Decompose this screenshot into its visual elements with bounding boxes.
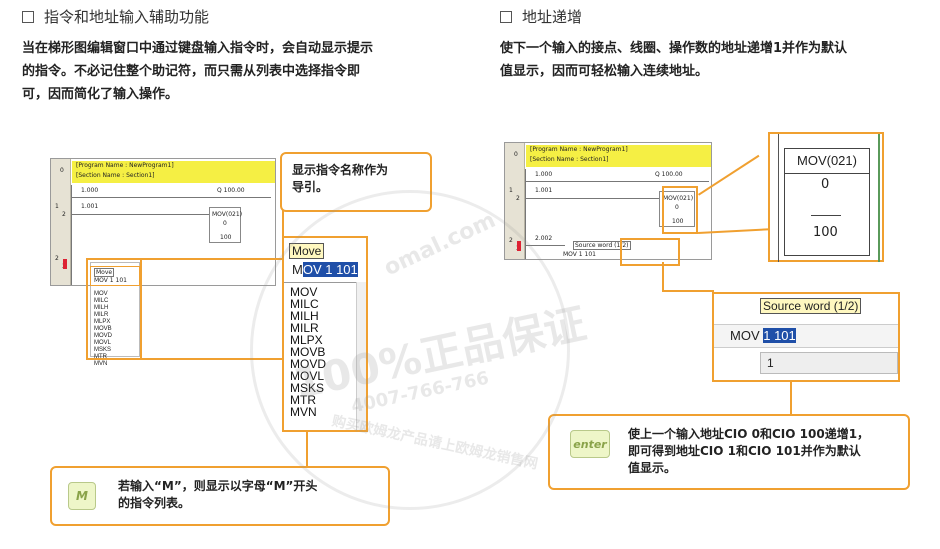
rung-number: 1 xyxy=(509,187,513,194)
right-heading: 地址递增 xyxy=(500,6,582,27)
rung-wire xyxy=(71,197,271,198)
rung-gutter xyxy=(51,159,71,285)
key-enter-icon: enter xyxy=(570,430,610,458)
panel-input[interactable]: MOV 1 101 xyxy=(730,328,796,343)
mini-input: MOV 1 101 xyxy=(563,251,596,258)
left-paragraph: 当在梯形图编辑窗口中通过键盘输入指令时，会自动显示提示 的指令。不必记住整个助记… xyxy=(22,37,462,106)
checkbox-icon xyxy=(500,10,512,23)
zoom-divider xyxy=(785,173,869,174)
contact-address: 2.002 xyxy=(535,235,553,242)
coil-address: Q 100.00 xyxy=(217,187,245,194)
cursor-marker xyxy=(63,259,67,269)
rung-wire xyxy=(525,181,709,182)
callout-text-block: 若输入“M”，则显示以字母“M”开头 的指令列表。 xyxy=(118,478,317,512)
step-number: 2 xyxy=(516,195,520,202)
right-para-line: 使下一个输入的接点、线圈、操作数的地址递增1并作为默认 xyxy=(500,41,848,56)
rung-wire xyxy=(525,198,661,199)
step-number: 2 xyxy=(62,211,66,218)
mini-popup-head: Move MOV 1 101 xyxy=(90,266,140,286)
panel-input-prefix: MOV xyxy=(730,328,764,343)
function-name: MOV(021) xyxy=(212,211,243,218)
panel-tip: Source word (1/2) xyxy=(760,298,862,314)
rung-number: 1 xyxy=(55,203,59,210)
mini-input: MOV 1 101 xyxy=(94,277,127,284)
zoom-operand: 0 xyxy=(821,177,830,192)
zoom-function-block: MOV(021) 0 100 xyxy=(784,148,870,256)
connector-line xyxy=(282,210,284,236)
mini-tip: Move xyxy=(94,268,115,277)
callout-text: 即可得到地址CIO 1和CIO 101并作为默认 xyxy=(628,444,861,458)
panel-input-selection: 1 101 xyxy=(763,328,796,343)
callout-text: 的指令列表。 xyxy=(118,496,191,510)
panel-value-box: 1 xyxy=(760,352,898,374)
coil-address: Q 100.00 xyxy=(655,171,683,178)
callout-text-block: 使上一个输入地址CIO 0和CIO 100递增1， 即可得到地址CIO 1和CI… xyxy=(628,426,869,477)
left-para-line: 的指令。不必记住整个助记符，而只需从列表中选择指令即 xyxy=(22,64,361,79)
callout-text: 值显示。 xyxy=(628,461,677,475)
contact-address: 1.001 xyxy=(81,203,99,210)
key-label: M xyxy=(76,488,88,503)
left-para-line: 可，因而简化了输入操作。 xyxy=(22,87,179,102)
zoom-rail xyxy=(778,134,779,262)
zoom-overline xyxy=(811,215,841,216)
connector-line xyxy=(662,262,664,292)
zoom-operand: 100 xyxy=(813,225,838,240)
connector-line xyxy=(790,382,792,416)
section-name: [Section Name : Section1] xyxy=(530,156,609,163)
left-para-line: 当在梯形图编辑窗口中通过键盘输入指令时，会自动显示提示 xyxy=(22,41,374,56)
zoom-panel: MOV(021) 0 100 xyxy=(768,132,884,262)
left-rail xyxy=(71,185,72,285)
program-header: [Program Name : NewProgram1] [Section Na… xyxy=(72,161,275,183)
panel-value: 1 xyxy=(767,356,774,370)
zoom-rail-right xyxy=(878,134,880,262)
right-para-line: 值显示，因而可轻松输入连续地址。 xyxy=(500,64,709,79)
callout-address-increment: enter 使上一个输入地址CIO 0和CIO 100递增1， 即可得到地址CI… xyxy=(548,414,910,490)
key-label: enter xyxy=(573,437,607,451)
tip-input-panel: Source word (1/2) MOV 1 101 1 xyxy=(712,292,900,382)
left-ladder-screenshot: [Program Name : NewProgram1] [Section Na… xyxy=(50,158,276,286)
contact-address: 1.000 xyxy=(81,187,99,194)
key-m-icon: M xyxy=(68,482,96,510)
mov-function-block: MOV(021) 0 100 xyxy=(209,207,243,243)
rung-number: 2 xyxy=(55,255,59,262)
program-name: [Program Name : NewProgram1] xyxy=(530,146,628,153)
callout-text: 使上一个输入地址CIO 0和CIO 100递增1， xyxy=(628,427,870,441)
right-paragraph: 使下一个输入的接点、线圈、操作数的地址递增1并作为默认 值显示，因而可轻松输入连… xyxy=(500,37,940,83)
fb-highlight xyxy=(662,186,698,234)
mini-list-item: MVN xyxy=(94,361,108,367)
section-name: [Section Name : Section1] xyxy=(76,172,155,179)
tip-highlight xyxy=(620,238,680,266)
checkbox-icon xyxy=(22,10,34,23)
contact-address: 1.000 xyxy=(535,171,553,178)
step-number: 0 xyxy=(514,151,518,158)
operand: 100 xyxy=(220,234,232,241)
right-heading-text: 地址递增 xyxy=(522,8,583,26)
program-header: [Program Name : NewProgram1] [Section Na… xyxy=(526,145,711,167)
rung-wire xyxy=(71,214,211,215)
connector-line xyxy=(142,258,282,260)
contact-address: 1.001 xyxy=(535,187,553,194)
program-name: [Program Name : NewProgram1] xyxy=(76,162,174,169)
left-heading-text: 指令和地址输入辅助功能 xyxy=(44,8,210,26)
operand: 0 xyxy=(223,220,227,227)
step-number: 0 xyxy=(60,167,64,174)
left-heading: 指令和地址输入辅助功能 xyxy=(22,6,209,27)
connector-line xyxy=(662,290,714,292)
callout-text: 显示指令名称作为 xyxy=(292,163,389,177)
zoom-fb-name: MOV(021) xyxy=(797,153,857,168)
callout-text: 若输入“M”，则显示以字母“M”开头 xyxy=(118,479,318,493)
